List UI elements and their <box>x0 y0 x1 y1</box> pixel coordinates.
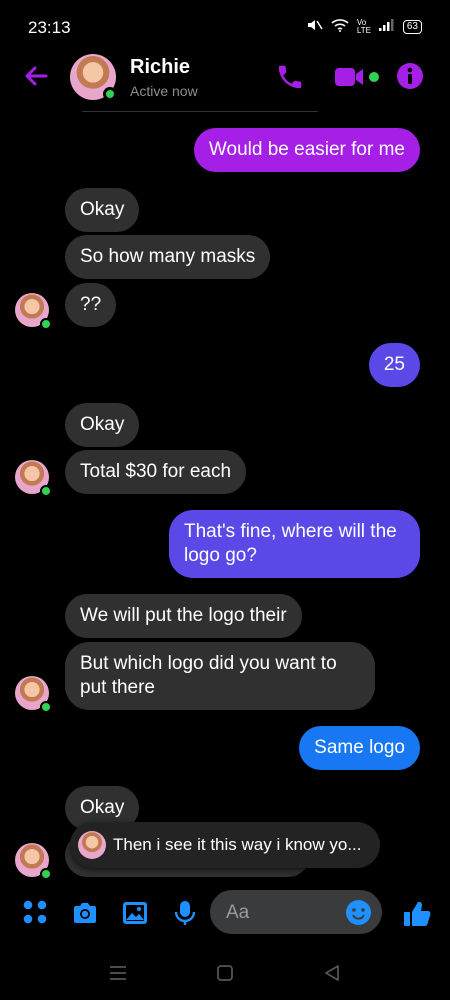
gallery-icon[interactable] <box>121 899 149 927</box>
camera-icon[interactable] <box>71 899 99 927</box>
incoming-message[interactable]: Total $30 for each <box>65 450 247 494</box>
incoming-message[interactable]: So how many masks <box>65 235 271 279</box>
outgoing-message[interactable]: That's fine, where will the logo go? <box>169 510 420 578</box>
emoji-icon[interactable] <box>345 899 372 926</box>
incoming-message[interactable]: But which logo did you want to put there <box>65 642 375 710</box>
composer-bar: Aa <box>0 888 450 938</box>
outgoing-message[interactable]: Would be easier for me <box>193 128 420 172</box>
sender-avatar[interactable] <box>15 676 52 713</box>
online-indicator <box>40 868 52 880</box>
preview-avatar <box>78 831 106 859</box>
sender-avatar[interactable] <box>15 843 52 880</box>
info-icon[interactable] <box>396 62 426 92</box>
signal-icon <box>378 19 395 34</box>
incoming-message[interactable]: ?? <box>65 283 117 327</box>
sender-avatar[interactable] <box>15 293 52 330</box>
incoming-message[interactable]: We will put the logo their <box>65 594 302 638</box>
contact-name[interactable]: Richie <box>130 56 190 79</box>
message-line: That's fine, where will the <box>184 521 397 542</box>
online-indicator <box>40 701 52 713</box>
wifi-icon <box>331 18 349 35</box>
status-icons: Vo LTE 63 <box>305 18 422 35</box>
preview-text: Then i see it this way i know yo... <box>113 835 362 854</box>
online-indicator <box>40 485 52 497</box>
status-bar: 23:13 Vo LTE 63 <box>0 0 450 56</box>
header-divider <box>82 111 318 112</box>
message-preview-popup[interactable]: Then i see it this way i know yo... <box>70 822 380 868</box>
outgoing-message[interactable]: Same logo <box>299 726 420 770</box>
message-input[interactable]: Aa <box>210 890 382 934</box>
chat-header: Richie Active now <box>0 50 450 110</box>
presence-status: Active now <box>130 83 198 99</box>
volte-icon: Vo LTE <box>356 17 371 35</box>
message-input-placeholder: Aa <box>226 902 250 923</box>
phone-call-icon[interactable] <box>275 62 305 92</box>
microphone-icon[interactable] <box>172 899 200 927</box>
message-line: But which logo did you want to <box>80 653 337 674</box>
menu-grid-icon[interactable] <box>22 899 50 927</box>
contact-avatar[interactable] <box>70 54 117 101</box>
mute-icon <box>305 18 323 35</box>
video-call-icon[interactable] <box>335 62 383 92</box>
message-line: logo go? <box>184 545 257 566</box>
outgoing-message[interactable]: 25 <box>368 343 420 387</box>
sender-avatar[interactable] <box>15 460 52 497</box>
incoming-message[interactable]: Okay <box>65 188 140 232</box>
back-arrow-icon[interactable] <box>20 60 52 92</box>
back-triangle-icon[interactable] <box>322 963 342 983</box>
message-line: put there <box>80 677 155 698</box>
online-indicator <box>103 87 117 101</box>
status-time: 23:13 <box>28 18 71 37</box>
battery-icon: 63 <box>402 19 422 34</box>
like-thumbs-up-icon[interactable] <box>402 899 431 927</box>
incoming-message[interactable]: Okay <box>65 403 140 447</box>
online-indicator <box>40 318 52 330</box>
home-square-icon[interactable] <box>215 963 235 983</box>
recents-menu-icon[interactable] <box>108 963 128 983</box>
system-navigation-bar <box>0 950 450 1000</box>
